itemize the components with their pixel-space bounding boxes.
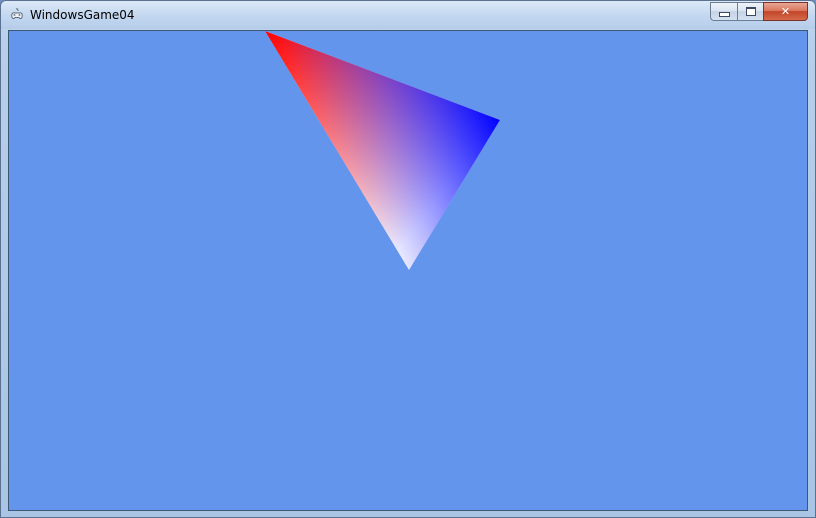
game-window: WindowsGame04 ✕	[0, 0, 816, 518]
close-icon: ✕	[780, 5, 791, 18]
game-viewport[interactable]	[8, 30, 808, 511]
maximize-button[interactable]	[737, 2, 763, 21]
rendered-triangle	[265, 31, 500, 270]
window-controls: ✕	[710, 2, 808, 21]
close-button[interactable]: ✕	[763, 2, 808, 21]
window-title: WindowsGame04	[30, 8, 135, 22]
gamepad-icon	[9, 7, 25, 23]
minimize-icon	[718, 11, 730, 17]
render-surface	[265, 31, 500, 270]
minimize-button[interactable]	[710, 2, 737, 21]
maximize-icon	[745, 7, 756, 16]
title-bar[interactable]: WindowsGame04 ✕	[1, 1, 815, 29]
